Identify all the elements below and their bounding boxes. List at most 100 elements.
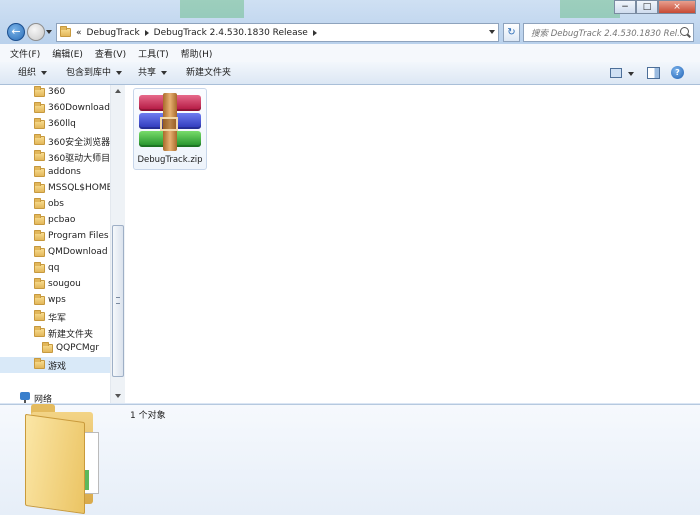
nav-item[interactable]: 360llq (0, 117, 110, 133)
folder-icon (34, 86, 45, 97)
nav-item[interactable]: 360 (0, 85, 110, 101)
scroll-down-icon[interactable] (115, 394, 121, 398)
back-button[interactable]: ← (7, 23, 25, 41)
nav-item-label: pcbao (48, 215, 76, 225)
nav-item[interactable]: qq (0, 261, 110, 277)
organize-label: 组织 (18, 68, 37, 78)
file-name: DebugTrack.zip (137, 155, 203, 165)
organize-button[interactable]: 组织 (18, 62, 48, 84)
nav-item[interactable]: addons (0, 165, 110, 181)
nav-item-label: MSSQL$HOME (48, 183, 110, 193)
folder-icon (34, 326, 45, 337)
folder-icon (60, 26, 71, 37)
nav-item[interactable]: obs (0, 197, 110, 213)
folder-icon (34, 214, 45, 225)
address-dropdown-icon[interactable] (489, 30, 495, 34)
grip-icon (116, 297, 120, 304)
nav-item-label: 360驱动大师目录 (48, 154, 110, 164)
close-button[interactable]: × (658, 0, 696, 14)
nav-item-label: QQPCMgr (56, 343, 100, 353)
search-box[interactable] (523, 23, 694, 42)
nav-item[interactable]: 360驱动大师目录 (0, 149, 110, 165)
file-item[interactable]: DebugTrack.zip (133, 88, 207, 170)
background-highlight (180, 0, 244, 18)
folder-icon (34, 182, 45, 193)
nav-item[interactable]: QMDownload (0, 245, 110, 261)
include-in-library-label: 包含到库中 (66, 68, 112, 78)
archive-buckle (160, 117, 178, 131)
menu-help[interactable]: 帮助(H) (181, 47, 213, 60)
share-button[interactable]: 共享 (138, 62, 168, 84)
preview-pane-icon[interactable] (647, 67, 660, 79)
nav-item[interactable]: Program Files ( (0, 229, 110, 245)
navigation-pane: 360 360Downloads 360llq 360安全浏览器下 360驱动大… (0, 85, 125, 403)
minimize-button[interactable]: − (614, 0, 636, 14)
menu-bar: 文件(F) 编辑(E) 查看(V) 工具(T) 帮助(H) (0, 44, 700, 63)
scroll-thumb[interactable] (112, 225, 124, 377)
breadcrumb-debugtrack[interactable]: DebugTrack (87, 28, 140, 38)
breadcrumb-overflow[interactable]: « (76, 28, 82, 38)
nav-item-label: 华军 (48, 314, 67, 324)
menu-edit[interactable]: 编辑(E) (52, 47, 83, 60)
folder-icon (34, 310, 45, 321)
nav-item-label: 新建文件夹 (48, 330, 94, 340)
breadcrumb-arrow-icon[interactable] (144, 29, 149, 36)
nav-item[interactable]: pcbao (0, 213, 110, 229)
nav-scrollbar[interactable] (110, 85, 125, 403)
forward-button[interactable] (27, 23, 45, 41)
nav-item[interactable]: QQPCMgr (0, 341, 110, 357)
nav-item-label: qq (48, 263, 60, 273)
chevron-down-icon[interactable] (628, 72, 634, 76)
address-bar[interactable]: « DebugTrack DebugTrack 2.4.530.1830 Rel… (56, 23, 499, 42)
nav-item-selected[interactable]: 游戏 (0, 357, 110, 373)
menu-tools[interactable]: 工具(T) (138, 47, 169, 60)
nav-item-label: 360安全浏览器下 (48, 138, 110, 148)
scroll-up-icon[interactable] (115, 89, 121, 93)
nav-item-label: Program Files ( (48, 231, 110, 241)
folder-paper-mark (85, 470, 89, 490)
folder-icon (34, 150, 45, 161)
folder-icon (34, 262, 45, 273)
nav-item[interactable]: MSSQL$HOME (0, 181, 110, 197)
history-dropdown-icon[interactable] (46, 30, 52, 34)
refresh-button[interactable]: ↻ (503, 23, 520, 42)
folder-icon (34, 230, 45, 241)
network-icon (20, 392, 30, 403)
background-highlight (560, 0, 620, 18)
search-icon[interactable] (680, 27, 689, 36)
folder-icon (42, 342, 53, 353)
nav-item[interactable]: 新建文件夹 (0, 325, 110, 341)
item-count: 1 个对象 (130, 411, 166, 421)
nav-item[interactable]: sougou (0, 277, 110, 293)
file-list-area[interactable] (125, 85, 700, 403)
search-input[interactable] (529, 25, 683, 42)
menu-view[interactable]: 查看(V) (95, 47, 126, 60)
nav-item[interactable]: 360安全浏览器下 (0, 133, 110, 149)
nav-item-label: addons (48, 167, 81, 177)
nav-item-label: QMDownload (48, 247, 108, 257)
maximize-button[interactable]: □ (636, 0, 658, 14)
view-options-icon[interactable] (610, 68, 622, 78)
help-icon[interactable]: ? (671, 66, 684, 79)
nav-item-label: 360 (48, 87, 66, 97)
breadcrumb-arrow-icon[interactable] (312, 29, 317, 36)
explorer-window: − □ × ← « DebugTrack DebugTrack 2.4.530.… (0, 0, 700, 515)
new-folder-button[interactable]: 新建文件夹 (186, 62, 231, 84)
folder-icon (34, 198, 45, 209)
nav-item[interactable]: wps (0, 293, 110, 309)
nav-item-label: sougou (48, 279, 81, 289)
title-bar: − □ × ← « DebugTrack DebugTrack 2.4.530.… (0, 0, 700, 44)
folder-icon (34, 118, 45, 129)
breadcrumb-release[interactable]: DebugTrack 2.4.530.1830 Release (154, 28, 308, 38)
menu-file[interactable]: 文件(F) (10, 47, 40, 60)
nav-item-label: obs (48, 199, 64, 209)
nav-item[interactable]: 华军 (0, 309, 110, 325)
nav-item[interactable]: 360Downloads (0, 101, 110, 117)
folder-icon (34, 246, 45, 257)
folder-icon (34, 278, 45, 289)
command-bar: 组织 包含到库中 共享 新建文件夹 ? (0, 62, 700, 85)
include-in-library-button[interactable]: 包含到库中 (66, 62, 123, 84)
folder-front (25, 413, 85, 515)
nav-item-label: 360Downloads (48, 103, 110, 113)
share-label: 共享 (138, 68, 157, 78)
